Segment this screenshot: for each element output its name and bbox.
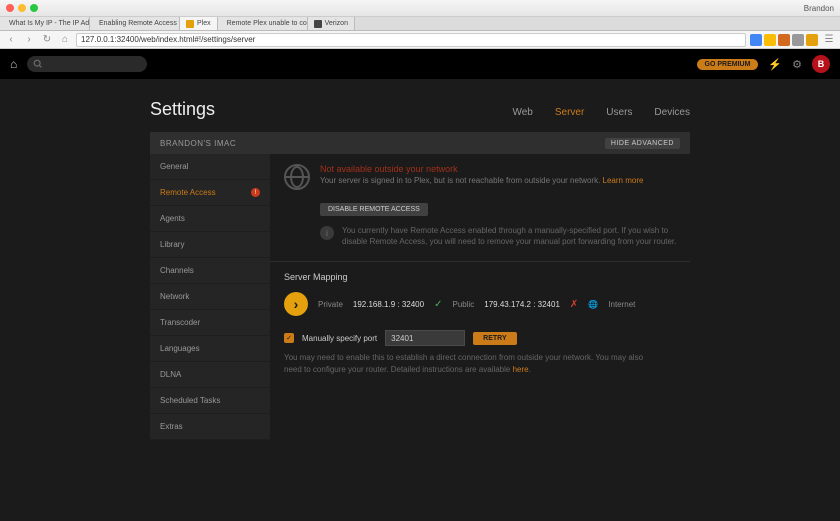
minimize-window-button[interactable] [18,4,26,12]
activity-icon[interactable]: ⚡ [768,58,782,71]
server-name-label: BRANDON'S IMAC [160,139,236,148]
sidebar-item-network[interactable]: Network [150,284,270,310]
sidebar-item-remote-access[interactable]: Remote Access! [150,180,270,206]
page-title: Settings [150,99,215,120]
url-input[interactable]: 127.0.0.1:32400/web/index.html#!/setting… [76,33,746,47]
menu-button[interactable]: ☰ [822,33,836,47]
reload-button[interactable]: ↻ [40,33,54,47]
internet-label: Internet [608,300,635,309]
public-label: Public [452,300,474,309]
hide-advanced-button[interactable]: HIDE ADVANCED [605,138,680,149]
settings-content: Not available outside your network Your … [270,154,690,440]
go-premium-button[interactable]: GO PREMIUM [697,59,759,70]
user-avatar[interactable]: B [812,55,830,73]
info-icon: i [320,226,334,240]
warning-icon: ! [251,188,260,197]
zoom-window-button[interactable] [30,4,38,12]
browser-tab-strip: What Is My IP - The IP Ad... Enabling Re… [0,17,840,31]
tab-label: Remote Plex unable to co... [227,20,308,27]
private-ok-icon: ✓ [434,299,442,310]
server-mapping-row: › Private 192.168.1.9 : 32400 ✓ Public 1… [284,292,690,316]
browser-tab[interactable]: Remote Plex unable to co... [218,17,308,30]
plex-topbar: ⌂ GO PREMIUM ⚡ ⚙ B [0,49,840,79]
tab-users[interactable]: Users [606,107,632,118]
manually-specify-port-checkbox[interactable]: ✓ [284,333,294,343]
server-subheader: BRANDON'S IMAC HIDE ADVANCED [150,132,690,154]
disable-info-text: You currently have Remote Access enabled… [342,225,682,247]
sidebar-item-label: Transcoder [160,318,200,327]
sidebar-item-languages[interactable]: Languages [150,336,270,362]
forward-button[interactable]: › [22,33,36,47]
close-window-button[interactable] [6,4,14,12]
remote-status-text: Your server is signed in to Plex, but is… [320,176,643,185]
private-ip: 192.168.1.9 : 32400 [353,300,424,309]
tab-server[interactable]: Server [555,107,584,118]
browser-tab[interactable]: What Is My IP - The IP Ad... [0,17,90,30]
browser-tab[interactable]: Verizon [308,17,355,30]
sidebar-item-scheduled-tasks[interactable]: Scheduled Tasks [150,388,270,414]
disable-remote-access-button[interactable]: DISABLE REMOTE ACCESS [320,203,428,216]
extension-icon[interactable] [806,34,818,46]
port-input[interactable] [385,330,465,346]
sidebar-item-transcoder[interactable]: Transcoder [150,310,270,336]
sidebar-item-label: Channels [160,266,194,275]
search-input[interactable] [27,56,147,72]
sidebar-item-dlna[interactable]: DLNA [150,362,270,388]
search-icon [33,59,43,69]
sidebar-item-library[interactable]: Library [150,232,270,258]
private-label: Private [318,300,343,309]
public-fail-icon: ✗ [570,299,578,310]
sidebar-item-label: Extras [160,422,183,431]
sidebar-item-general[interactable]: General [150,154,270,180]
back-button[interactable]: ‹ [4,33,18,47]
sidebar-item-label: DLNA [160,370,181,379]
home-button[interactable]: ⌂ [58,33,72,47]
tab-web[interactable]: Web [512,107,532,118]
extension-icon[interactable] [750,34,762,46]
sidebar-item-label: General [160,162,188,171]
extension-icon[interactable] [792,34,804,46]
sidebar-item-agents[interactable]: Agents [150,206,270,232]
tab-label: Enabling Remote Access t... [99,20,180,27]
sidebar-item-label: Scheduled Tasks [160,396,220,405]
retry-button[interactable]: RETRY [473,332,516,345]
mac-user-label: Brandon [804,4,834,13]
globe-icon [284,164,310,190]
sidebar-item-label: Languages [160,344,200,353]
remote-status-title: Not available outside your network [320,164,643,174]
browser-tab[interactable]: Enabling Remote Access t... [90,17,180,30]
here-link[interactable]: here [513,365,529,374]
sidebar-item-extras[interactable]: Extras [150,414,270,440]
learn-more-link[interactable]: Learn more [603,176,644,185]
extension-icon[interactable] [764,34,776,46]
mac-titlebar: Brandon [0,0,840,17]
url-text: 127.0.0.1:32400/web/index.html#!/setting… [81,35,255,44]
browser-tab[interactable]: Plex [180,17,218,30]
port-hint-text: You may need to enable this to establish… [284,352,654,374]
plex-logo-icon: › [284,292,308,316]
tab-devices[interactable]: Devices [654,107,690,118]
server-mapping-title: Server Mapping [284,272,690,282]
manually-specify-port-label: Manually specify port [302,334,377,343]
public-ip: 179.43.174.2 : 32401 [484,300,560,309]
tab-label: Verizon [325,20,348,27]
sidebar-item-label: Library [160,240,184,249]
tab-label: What Is My IP - The IP Ad... [9,20,90,27]
home-icon[interactable]: ⌂ [10,57,17,71]
extension-icon[interactable] [778,34,790,46]
sidebar-item-channels[interactable]: Channels [150,258,270,284]
internet-icon: 🌐 [588,300,598,309]
tools-icon[interactable]: ⚙ [792,58,802,71]
divider [270,261,690,262]
settings-sidebar: General Remote Access! Agents Library Ch… [150,154,270,440]
sidebar-item-label: Remote Access [160,188,216,197]
sidebar-item-label: Network [160,292,189,301]
tab-label: Plex [197,20,211,27]
browser-address-bar: ‹ › ↻ ⌂ 127.0.0.1:32400/web/index.html#!… [0,31,840,49]
sidebar-item-label: Agents [160,214,185,223]
